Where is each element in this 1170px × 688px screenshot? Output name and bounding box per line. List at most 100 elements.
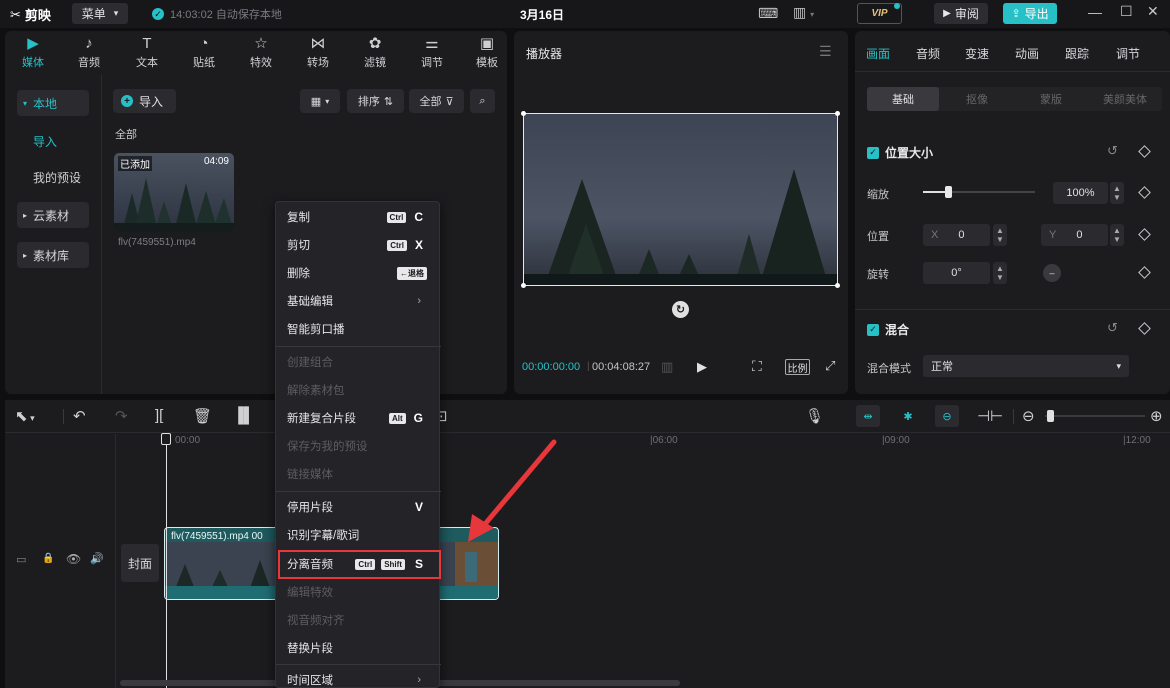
zoom-slider[interactable] xyxy=(1045,410,1145,422)
rotate-dial-icon[interactable]: – xyxy=(1043,264,1061,282)
tab-adjust[interactable]: 调节 xyxy=(1116,45,1140,62)
lock-icon[interactable]: 🔒 xyxy=(42,553,54,564)
import-button[interactable]: + 导入 xyxy=(113,89,176,113)
sort-button[interactable]: 排序 ⇅ xyxy=(347,89,404,113)
reset-icon[interactable]: ↺ xyxy=(1107,143,1118,159)
position-x-input[interactable]: X0 xyxy=(923,224,990,246)
sidebar-item-presets[interactable]: 我的预设 xyxy=(17,164,89,190)
playhead-handle[interactable] xyxy=(161,433,171,445)
menu-item-smart-crop[interactable]: 智能剪口播 xyxy=(276,316,441,342)
media-thumbnail[interactable]: 已添加 04:09 xyxy=(114,153,234,232)
zoom-knob[interactable] xyxy=(1047,410,1054,422)
keyframe-icon[interactable] xyxy=(1138,186,1151,199)
link-icon[interactable]: ⊖ xyxy=(935,405,959,427)
reset-icon[interactable]: ↺ xyxy=(1107,320,1118,336)
blend-section[interactable]: ✓ 混合 xyxy=(867,321,909,338)
tab-media[interactable]: ▶ 媒体 xyxy=(9,34,57,70)
play-icon[interactable]: ▶ xyxy=(697,359,707,375)
eye-icon[interactable]: 👁 xyxy=(66,552,81,566)
freeze-icon[interactable]: ▐▌ xyxy=(233,407,254,424)
tab-audio[interactable]: ♪ 音频 xyxy=(65,34,113,70)
tab-transition[interactable]: ⋈ 转场 xyxy=(294,34,342,70)
scale-slider[interactable] xyxy=(923,186,1035,198)
split-icon[interactable]: ][ xyxy=(155,407,163,424)
menu-item-av-align[interactable]: 视音频对齐 xyxy=(276,607,441,633)
subtab-beauty[interactable]: 美颜美体 xyxy=(1089,87,1161,111)
keyboard-icon[interactable]: ⌨ xyxy=(758,5,778,22)
menu-item-ungroup[interactable]: 解除素材包 xyxy=(276,377,441,403)
filter-button[interactable]: 全部 ⊽ xyxy=(409,89,464,113)
redo-icon[interactable]: ↷ xyxy=(115,407,128,425)
menu-item-replace-clip[interactable]: 替换片段 xyxy=(276,635,441,661)
checkbox-icon[interactable]: ✓ xyxy=(867,323,879,336)
cover-button[interactable]: 封面 xyxy=(121,544,159,582)
close-icon[interactable]: ✕ xyxy=(1147,3,1159,20)
subtab-keying[interactable]: 抠像 xyxy=(941,87,1013,111)
ratio-button[interactable]: 比例 xyxy=(785,359,810,375)
zoom-in-icon[interactable]: ⊕ xyxy=(1150,407,1163,425)
tab-adjust[interactable]: ⚌ 调节 xyxy=(408,34,456,70)
resize-handle[interactable] xyxy=(835,283,840,288)
minimize-icon[interactable]: — xyxy=(1088,4,1102,20)
tab-speed[interactable]: 变速 xyxy=(965,45,989,62)
speaker-icon[interactable]: 🔊 xyxy=(90,552,104,565)
scale-input[interactable]: 100% xyxy=(1053,182,1108,204)
tab-template[interactable]: ▣ 模板 xyxy=(463,34,511,70)
menu-item-edit-effects[interactable]: 编辑特效 xyxy=(276,579,441,605)
blend-mode-select[interactable]: 正常 ▾ xyxy=(923,355,1129,377)
tab-sticker[interactable]: ◔ 贴纸 xyxy=(180,34,228,70)
rotate-icon[interactable]: ↻ xyxy=(672,301,689,318)
resize-handle[interactable] xyxy=(835,111,840,116)
layout-icon[interactable]: ▥ ▾ xyxy=(793,4,814,21)
menu-item-new-compound[interactable]: 新建复合片段 Alt G xyxy=(276,405,441,431)
playhead[interactable] xyxy=(166,434,167,688)
menu-item-save-preset[interactable]: 保存为我的预设 xyxy=(276,433,441,459)
position-size-section[interactable]: ✓ 位置大小 xyxy=(867,144,933,161)
checkbox-icon[interactable]: ✓ xyxy=(867,146,879,159)
keyframe-icon[interactable] xyxy=(1138,266,1151,279)
sidebar-item-library[interactable]: ▸ 素材库 xyxy=(17,242,89,268)
zoom-out-icon[interactable]: ⊖ xyxy=(1022,407,1035,425)
menu-item-time-range[interactable]: 时间区域 › xyxy=(276,667,441,688)
search-button[interactable]: ⌕ xyxy=(470,89,495,113)
delete-icon[interactable]: 🗑 xyxy=(193,407,212,425)
tab-effects[interactable]: ☆ 特效 xyxy=(237,34,285,70)
tab-picture[interactable]: 画面 xyxy=(866,45,890,62)
maximize-icon[interactable]: ☐ xyxy=(1120,3,1133,20)
tab-animation[interactable]: 动画 xyxy=(1015,45,1039,62)
preview-screen[interactable] xyxy=(523,113,838,286)
review-button[interactable]: ▶ 审阅 xyxy=(934,3,988,24)
resize-handle[interactable] xyxy=(521,111,526,116)
fullscreen-crop-icon[interactable]: ⛶ xyxy=(752,358,762,375)
tab-tracking[interactable]: 跟踪 xyxy=(1065,45,1089,62)
expand-icon[interactable]: ⤢ xyxy=(825,358,835,374)
menu-button[interactable]: 菜单 ▾ xyxy=(72,3,128,24)
preview-axis-icon[interactable]: ⊣⊢ xyxy=(977,407,1003,425)
subtab-basic[interactable]: 基础 xyxy=(867,87,939,111)
menu-item-recognize-lyrics[interactable]: 识别字幕/歌词 xyxy=(276,522,441,548)
view-mode-button[interactable]: ▦ ▾ xyxy=(300,89,340,113)
select-cursor-icon[interactable]: ⬉ ▾ xyxy=(15,407,35,425)
menu-item-basic-edit[interactable]: 基础编辑 › xyxy=(276,288,441,314)
undo-icon[interactable]: ↶ xyxy=(73,407,86,425)
auto-snap-icon[interactable]: ✱ xyxy=(896,405,920,427)
keyframe-icon[interactable] xyxy=(1138,228,1151,241)
microphone-icon[interactable]: 🎙 xyxy=(805,407,824,425)
waveform-icon[interactable]: ▥ xyxy=(661,359,673,375)
subtab-mask[interactable]: 蒙版 xyxy=(1015,87,1087,111)
menu-item-copy[interactable]: 复制 Ctrl C xyxy=(276,204,441,230)
keyframe-icon[interactable] xyxy=(1138,322,1151,335)
menu-item-delete[interactable]: 删除 ←退格 xyxy=(276,260,441,286)
rotate-stepper[interactable]: ▲ ▼ xyxy=(993,262,1007,284)
export-button[interactable]: ⇪ 导出 xyxy=(1003,3,1057,24)
tab-text[interactable]: T 文本 xyxy=(123,34,171,70)
player-menu-icon[interactable]: ☰ xyxy=(819,43,832,60)
sidebar-item-local[interactable]: ▾ 本地 xyxy=(17,90,89,116)
scale-slider-knob[interactable] xyxy=(945,186,952,198)
menu-item-link-media[interactable]: 链接媒体 xyxy=(276,461,441,487)
main-track-magnet-icon[interactable]: ⇹ xyxy=(856,405,880,427)
sidebar-item-cloud[interactable]: ▸ 云素材 xyxy=(17,202,89,228)
track-toggle-icon[interactable]: ▭ xyxy=(16,553,26,566)
menu-item-disable-clip[interactable]: 停用片段 V xyxy=(276,494,441,520)
resize-handle[interactable] xyxy=(521,283,526,288)
